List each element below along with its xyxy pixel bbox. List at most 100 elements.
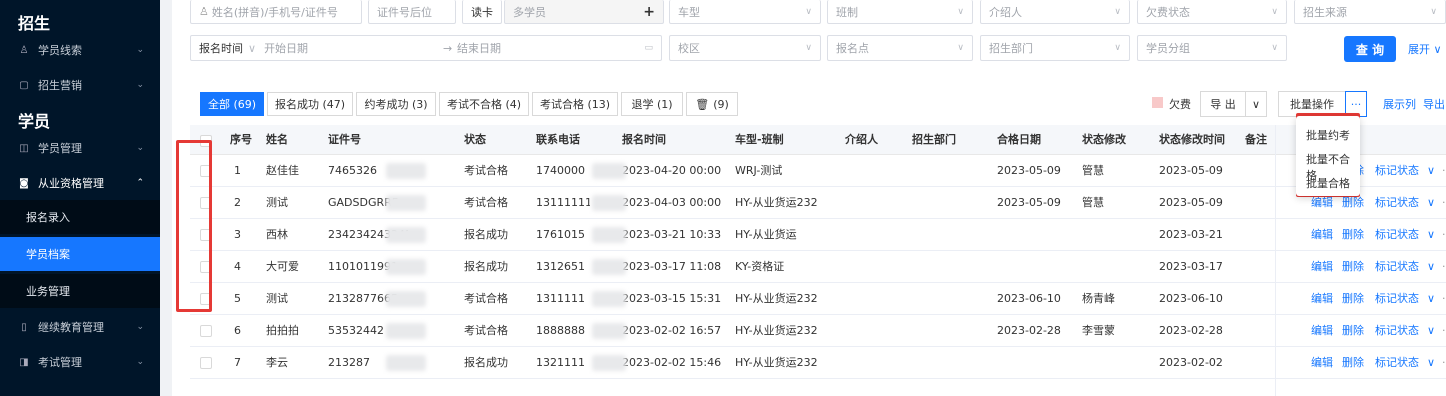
chevron-down-icon[interactable]: ∨ <box>1427 251 1435 283</box>
name-search-input[interactable]: ♙ 姓名(拼音)/手机号/证件号 <box>190 0 362 24</box>
cell-car-class[interactable]: HY-从业货运 <box>735 219 797 251</box>
multi-student-input[interactable]: 多学员 + <box>504 0 664 24</box>
delete-link[interactable]: 删除 <box>1342 251 1364 283</box>
sidebar-sub-enroll-entry[interactable]: 报名录入 <box>0 200 160 234</box>
batch-appointment-item[interactable]: 批量约考 <box>1306 127 1350 143</box>
tab-trash-label: (9) <box>713 97 729 111</box>
more-actions-icon[interactable]: ··· <box>1442 251 1446 283</box>
chevron-down-icon[interactable]: ∨ <box>1427 315 1435 347</box>
tab-exam-fail[interactable]: 考试不合格 (4) <box>439 92 529 116</box>
more-actions-icon[interactable]: ··· <box>1442 347 1446 379</box>
cell-car-class[interactable]: HY-从业货运232 <box>735 347 818 379</box>
more-actions-icon[interactable]: ··· <box>1442 187 1446 219</box>
more-actions-icon[interactable]: ··· <box>1442 283 1446 315</box>
table-row: 6 拍拍拍 53532442 考试合格 1888888 2023-02-02 16:57 H… <box>190 315 1446 347</box>
export-link[interactable]: 导出 <box>1423 96 1445 112</box>
tab-withdraw[interactable]: 退学 (1) <box>621 92 683 116</box>
cell-car-class[interactable]: HY-从业货运232 <box>735 283 818 315</box>
more-actions-icon[interactable]: ··· <box>1442 315 1446 347</box>
tab-trash[interactable]: 🗑 (9) <box>686 92 738 116</box>
cell-name[interactable]: 拍拍拍 <box>266 315 299 347</box>
cell-car-class[interactable]: HY-从业货运232 <box>735 315 818 347</box>
sidebar-sub-student-archive[interactable]: 学员档案 <box>0 237 160 271</box>
start-date-input[interactable]: 开始日期 <box>264 40 308 56</box>
mark-status-link[interactable]: 标记状态 <box>1375 219 1419 251</box>
cell-phone: 1311111 <box>536 292 585 305</box>
export-button[interactable]: 导 出 <box>1200 91 1246 117</box>
expand-link[interactable]: 展开 ∨ <box>1408 41 1442 57</box>
referrer-select[interactable]: 介绍人 ∨ <box>980 0 1130 24</box>
cell-name[interactable]: 李云 <box>266 347 288 379</box>
edit-link[interactable]: 编辑 <box>1311 283 1333 315</box>
cell-signup-time: 2023-03-17 11:08 <box>622 260 722 273</box>
add-icon[interactable]: + <box>643 4 655 20</box>
batch-operation-menu: 批量约考 批量不合格 批量合格 <box>1296 116 1360 196</box>
sidebar-item-exam-mgmt[interactable]: ◨ 考试管理 ⌄ <box>0 345 160 379</box>
delete-link[interactable]: 删除 <box>1342 347 1364 379</box>
more-actions-icon[interactable]: ··· <box>1442 155 1446 187</box>
chevron-down-icon[interactable]: ∨ <box>1427 155 1435 187</box>
mark-status-link[interactable]: 标记状态 <box>1375 315 1419 347</box>
cell-name[interactable]: 测试 <box>266 187 288 219</box>
tab-appointment-success[interactable]: 约考成功 (3) <box>356 92 436 116</box>
cell-name[interactable]: 大可爱 <box>266 251 299 283</box>
privacy-blur <box>592 355 626 371</box>
table-row: 1 赵佳佳 7465326 考试合格 1740000 2023-04-20 00:00 WR… <box>190 155 1446 187</box>
class-type-select[interactable]: 班制 ∨ <box>827 0 973 24</box>
query-button[interactable]: 查 询 <box>1344 36 1396 62</box>
id-suffix-input[interactable]: 证件号后位 <box>368 0 456 24</box>
more-actions-icon[interactable]: ··· <box>1442 219 1446 251</box>
chevron-down-icon[interactable]: ∨ <box>1427 187 1435 219</box>
sidebar-sub-business-mgmt[interactable]: 业务管理 <box>0 274 160 308</box>
tab-signup-success[interactable]: 报名成功 (47) <box>267 92 353 116</box>
signup-point-select[interactable]: 报名点 ∨ <box>827 35 973 61</box>
tab-all[interactable]: 全部 (69) <box>200 92 264 116</box>
end-date-input[interactable]: 结束日期 <box>457 40 501 56</box>
mark-status-link[interactable]: 标记状态 <box>1375 187 1419 219</box>
sidebar-item-continuing-edu[interactable]: ▯ 继续教育管理 ⌄ <box>0 310 160 344</box>
chevron-down-icon[interactable]: ∨ <box>1427 347 1435 379</box>
cell-name[interactable]: 测试 <box>266 283 288 315</box>
sidebar-item-enroll-marketing[interactable]: ▢ 招生营销 ⌄ <box>0 68 160 102</box>
header-dept: 招生部门 <box>912 133 956 146</box>
mark-status-link[interactable]: 标记状态 <box>1375 251 1419 283</box>
chevron-down-icon: ⌄ <box>136 80 144 90</box>
edit-link[interactable]: 编辑 <box>1311 219 1333 251</box>
cell-status-editor: 李雪蒙 <box>1082 324 1115 337</box>
export-dropdown-button[interactable]: ∨ <box>1245 91 1267 117</box>
chevron-down-icon[interactable]: ∨ <box>1427 219 1435 251</box>
sidebar-item-qualification-mgmt[interactable]: ◙ 从业资格管理 ⌃ <box>0 166 160 200</box>
student-group-select[interactable]: 学员分组 ∨ <box>1137 35 1287 61</box>
tab-exam-pass[interactable]: 考试合格 (13) <box>532 92 618 116</box>
chevron-down-icon: ∨ <box>1114 6 1121 17</box>
mark-status-link[interactable]: 标记状态 <box>1375 155 1419 187</box>
show-columns-link[interactable]: 展示列 <box>1383 96 1416 112</box>
card-reader-button[interactable]: 读卡 <box>462 0 502 24</box>
signup-date-range[interactable]: 报名时间 ∨ 开始日期 → 结束日期 ▭ <box>190 35 662 61</box>
mark-status-link[interactable]: 标记状态 <box>1375 347 1419 379</box>
cell-name[interactable]: 赵佳佳 <box>266 155 299 187</box>
cell-car-class[interactable]: KY-资格证 <box>735 251 784 283</box>
sidebar-item-student-leads[interactable]: ♙ 学员线索 ⌄ <box>0 33 160 67</box>
campus-select[interactable]: 校区 ∨ <box>669 35 821 61</box>
chevron-down-icon[interactable]: ∨ <box>1427 283 1435 315</box>
mark-status-link[interactable]: 标记状态 <box>1375 283 1419 315</box>
cell-car-class[interactable]: WRJ-测试 <box>735 155 782 187</box>
edit-link[interactable]: 编辑 <box>1311 251 1333 283</box>
delete-link[interactable]: 删除 <box>1342 315 1364 347</box>
owe-status-select[interactable]: 欠费状态 ∨ <box>1137 0 1287 24</box>
cell-name[interactable]: 西林 <box>266 219 288 251</box>
edit-link[interactable]: 编辑 <box>1311 315 1333 347</box>
edit-link[interactable]: 编辑 <box>1311 347 1333 379</box>
chevron-down-icon: ⌄ <box>136 357 144 367</box>
delete-link[interactable]: 删除 <box>1342 283 1364 315</box>
enroll-source-select[interactable]: 招生来源 ∨ <box>1294 0 1446 24</box>
enroll-dept-select[interactable]: 招生部门 ∨ <box>980 35 1130 61</box>
cell-car-class[interactable]: HY-从业货运232 <box>735 187 818 219</box>
sidebar-item-student-mgmt[interactable]: ◫ 学员管理 ⌄ <box>0 131 160 165</box>
batch-pass-item[interactable]: 批量合格 <box>1306 175 1350 191</box>
row-checkbox[interactable] <box>200 325 212 337</box>
delete-link[interactable]: 删除 <box>1342 219 1364 251</box>
car-type-select[interactable]: 车型 ∨ <box>669 0 821 24</box>
row-checkbox[interactable] <box>200 357 212 369</box>
